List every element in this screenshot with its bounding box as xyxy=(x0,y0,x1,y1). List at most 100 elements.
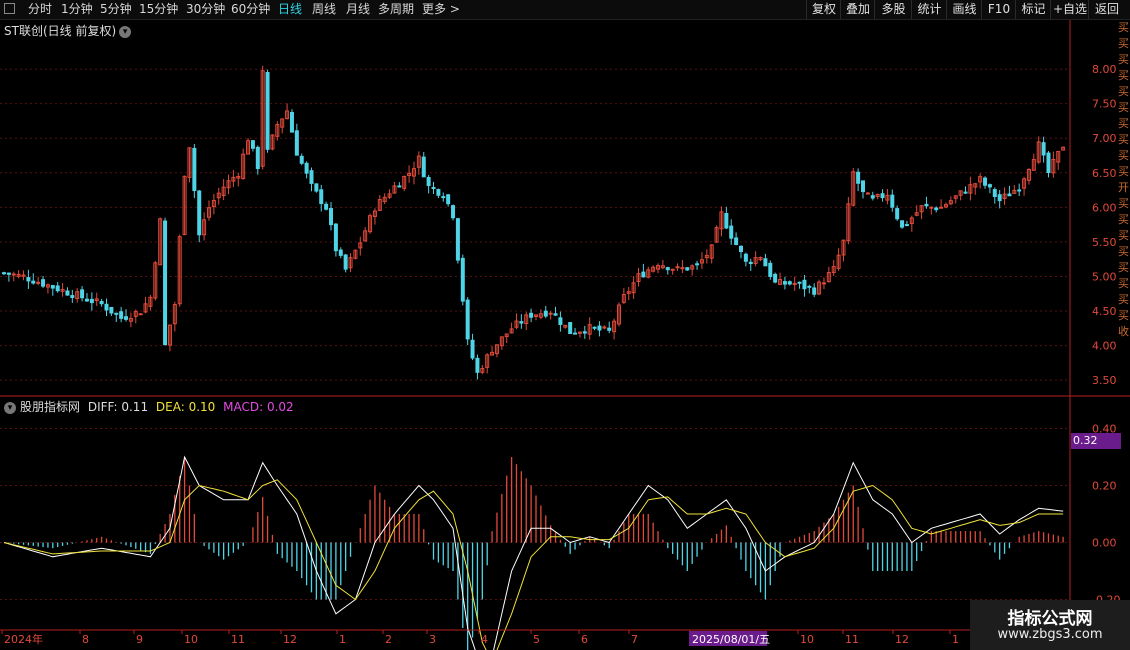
candle-body xyxy=(441,196,446,199)
candle-body xyxy=(99,300,104,305)
candle-body xyxy=(329,208,334,226)
watermark: 指标公式网 www.zbgs3.com xyxy=(970,600,1130,650)
chevron-down-icon[interactable]: ▾ xyxy=(4,401,16,414)
side-label: 买 xyxy=(1118,165,1129,178)
side-label: 买 xyxy=(1118,21,1129,34)
date-tick-label: 12 xyxy=(895,633,909,646)
candle-body xyxy=(41,279,46,287)
candle-body xyxy=(343,254,348,270)
side-label: 买 xyxy=(1118,245,1129,258)
candle-body xyxy=(397,185,402,188)
date-tick-label: 7 xyxy=(631,633,638,646)
candle-body xyxy=(36,281,41,284)
candle-body xyxy=(304,162,309,174)
candle-body xyxy=(299,155,304,164)
candle-body xyxy=(138,313,143,316)
candle-body xyxy=(763,258,768,267)
candle-body xyxy=(309,170,314,184)
date-tick-label: 6 xyxy=(581,633,588,646)
grid-lines xyxy=(0,68,1070,600)
candle-body xyxy=(870,195,875,199)
candle-body xyxy=(192,147,197,192)
candle-body xyxy=(543,310,548,317)
candle-body xyxy=(807,285,812,288)
candle-body xyxy=(451,205,456,219)
side-label: 买 xyxy=(1118,101,1129,114)
candle-body xyxy=(250,140,255,149)
candle-body xyxy=(289,111,294,133)
candle-body xyxy=(109,306,114,314)
candle-body xyxy=(265,71,270,150)
candle-body xyxy=(529,312,534,318)
side-label: 买 xyxy=(1118,69,1129,82)
price-tick-label: 3.50 xyxy=(1092,374,1117,387)
candle-body xyxy=(592,326,597,329)
candle-body xyxy=(861,180,866,193)
date-tick-label: 10 xyxy=(184,633,198,646)
date-tick-label: 5 xyxy=(533,633,540,646)
indicator-title: ▾ 股朋指标网 DIFF: 0.11 DEA: 0.10 MACD: 0.02 xyxy=(4,398,294,415)
candle-body xyxy=(695,263,700,266)
side-label: 买 xyxy=(1118,149,1129,162)
indicator-name: 股朋指标网 xyxy=(20,400,81,414)
side-label: 买 xyxy=(1118,133,1129,146)
candle-body xyxy=(573,332,578,335)
candle-body xyxy=(70,295,75,299)
candle-body xyxy=(163,220,168,346)
candle-body xyxy=(675,266,680,269)
date-tick-label: 11 xyxy=(845,633,859,646)
candle-body xyxy=(602,326,607,329)
candle-body xyxy=(729,225,734,239)
watermark-title: 指标公式网 xyxy=(1007,609,1093,629)
chart-canvas[interactable]: 8.00 7.50 7.00 6.50 6.00 5.50 5.00 4.50 4.00 3.50… xyxy=(0,0,1130,650)
dea-line xyxy=(3,479,1064,650)
candle-body xyxy=(1046,152,1051,173)
candle-body xyxy=(641,271,646,278)
candle-body xyxy=(324,203,329,210)
side-label: 买 xyxy=(1118,37,1129,50)
candle-body xyxy=(465,299,470,340)
right-side-panel: 买买买买买买买买买买开买买买买买买买买收 xyxy=(1118,20,1130,400)
candle-body xyxy=(582,331,587,334)
candle-body xyxy=(197,190,202,236)
candle-body xyxy=(124,316,129,320)
candle-body xyxy=(2,272,6,275)
candle-body xyxy=(65,290,70,296)
candle-body xyxy=(84,298,89,302)
price-tick-label: 8.00 xyxy=(1092,63,1117,76)
side-label: 买 xyxy=(1118,261,1129,274)
tick-labels: 8.00 7.50 7.00 6.50 6.00 5.50 5.00 4.50 4.00 3.50… xyxy=(4,63,1120,646)
price-tick-label: 5.50 xyxy=(1092,236,1117,249)
diff-value: DIFF: 0.11 xyxy=(87,400,149,414)
candle-body xyxy=(89,298,94,304)
candle-body xyxy=(50,285,55,289)
candle-body xyxy=(436,189,441,196)
macd-tick-label: 0.00 xyxy=(1092,537,1117,550)
side-label: 买 xyxy=(1118,213,1129,226)
date-tick-label: 2024年 xyxy=(4,632,43,646)
candle-body xyxy=(455,218,460,261)
candle-body xyxy=(665,267,670,271)
date-tick-label: 2 xyxy=(385,633,392,646)
candle-body xyxy=(333,223,338,252)
candle-body xyxy=(934,207,939,211)
candle-body xyxy=(255,146,260,170)
watermark-url: www.zbgs3.com xyxy=(997,627,1103,642)
side-label: 买 xyxy=(1118,53,1129,66)
price-tick-label: 5.00 xyxy=(1092,270,1117,283)
date-tick-label: 3 xyxy=(429,633,436,646)
candle-body xyxy=(900,220,905,228)
candle-body xyxy=(446,194,451,205)
date-tick-label: 4 xyxy=(481,633,488,646)
candle-body xyxy=(31,280,36,284)
side-label: 买 xyxy=(1118,293,1129,306)
candle-body xyxy=(939,206,944,209)
candle-body xyxy=(607,327,612,331)
candle-body xyxy=(787,281,792,285)
date-tick-label: 8 xyxy=(82,633,89,646)
current-value-badge: 0.32 xyxy=(1071,433,1121,449)
candle-body xyxy=(421,156,426,178)
price-tick-label: 4.00 xyxy=(1092,340,1117,353)
candle-body xyxy=(426,176,431,187)
candle-body xyxy=(685,267,690,271)
